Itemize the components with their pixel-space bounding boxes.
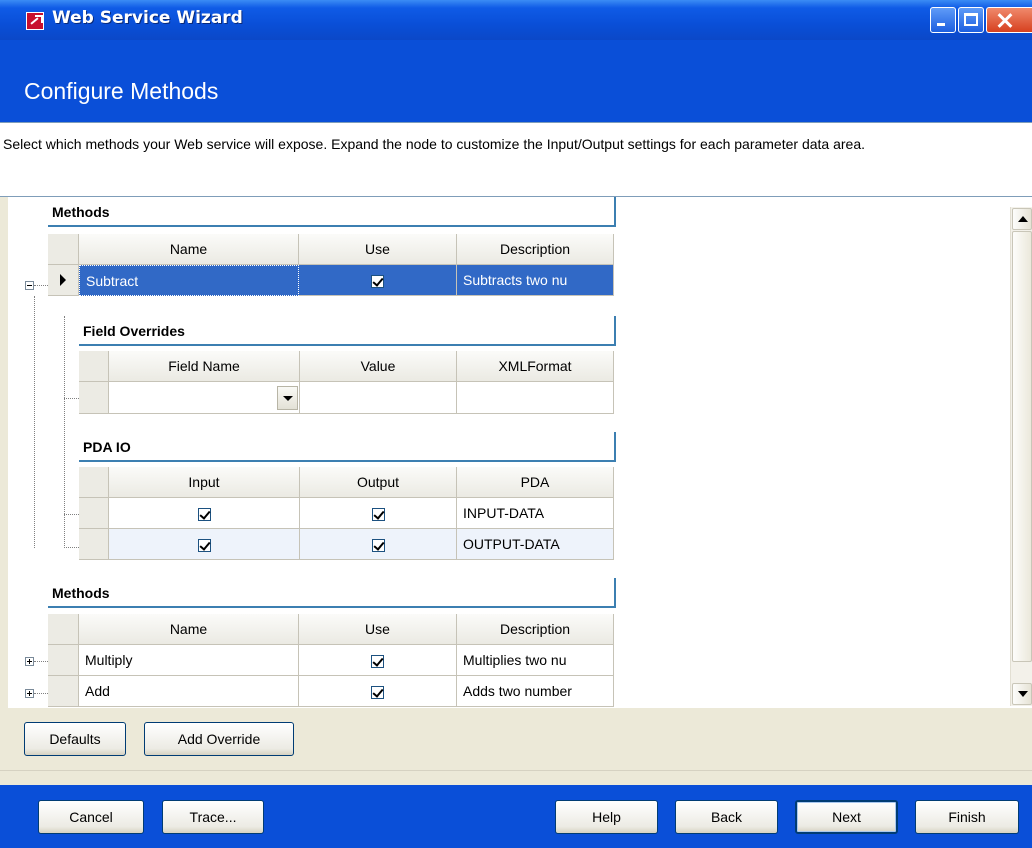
expand-icon[interactable] xyxy=(25,657,34,666)
next-label: Next xyxy=(832,809,861,825)
method-name-cell[interactable]: Subtract xyxy=(79,265,299,296)
close-button[interactable] xyxy=(986,7,1032,33)
column-header-field-name[interactable]: Field Name xyxy=(109,351,300,382)
finish-button[interactable]: Finish xyxy=(915,800,1019,834)
defaults-label: Defaults xyxy=(49,731,101,747)
back-button[interactable]: Back xyxy=(675,800,778,834)
method-description-cell[interactable]: Multiplies two nu xyxy=(457,645,614,676)
header-row-selector xyxy=(48,234,79,265)
chevron-down-icon[interactable] xyxy=(277,386,298,410)
column-header-name[interactable]: Name xyxy=(79,614,299,645)
app-icon xyxy=(26,12,44,30)
row-selector[interactable] xyxy=(48,265,79,296)
tree-connector xyxy=(34,285,48,286)
field-name-dropdown[interactable] xyxy=(109,382,300,414)
minimize-icon xyxy=(937,23,945,26)
method-name-cell[interactable]: Add xyxy=(79,676,299,707)
scroll-thumb[interactable] xyxy=(1012,231,1032,662)
pda-output-cell[interactable] xyxy=(300,529,457,560)
add-override-label: Add Override xyxy=(177,731,261,747)
next-button[interactable]: Next xyxy=(795,800,898,834)
column-header-use[interactable]: Use xyxy=(299,234,457,265)
method-use-cell[interactable] xyxy=(299,265,457,296)
maximize-icon xyxy=(964,13,978,26)
minimize-button[interactable] xyxy=(930,7,956,33)
row-selector[interactable] xyxy=(79,382,109,414)
column-header-xmlformat[interactable]: XMLFormat xyxy=(457,351,614,382)
header-row-selector xyxy=(79,351,109,382)
header-row-selector xyxy=(48,614,79,645)
tree-connector xyxy=(64,398,79,399)
pda-input-cell[interactable] xyxy=(109,498,300,529)
column-header-output[interactable]: Output xyxy=(300,467,457,498)
tree-connector xyxy=(34,693,48,694)
expand-icon[interactable] xyxy=(25,689,34,698)
row-selector[interactable] xyxy=(48,645,79,676)
scroll-down-button[interactable] xyxy=(1012,683,1032,705)
column-header-pda[interactable]: PDA xyxy=(457,467,614,498)
use-checkbox[interactable] xyxy=(371,654,384,668)
column-header-description[interactable]: Description xyxy=(457,234,614,265)
row-selector[interactable] xyxy=(79,498,109,529)
cancel-label: Cancel xyxy=(69,809,113,825)
current-row-arrow-icon xyxy=(60,274,66,286)
column-header-input[interactable]: Input xyxy=(109,467,300,498)
trace-label: Trace... xyxy=(189,809,237,825)
pda-io-caption: PDA IO xyxy=(79,432,616,462)
pda-input-cell[interactable] xyxy=(109,529,300,560)
tree-connector xyxy=(34,661,48,662)
methods-band-caption: Methods xyxy=(48,578,616,608)
back-label: Back xyxy=(710,809,743,825)
output-checkbox[interactable] xyxy=(371,507,385,521)
input-checkbox[interactable] xyxy=(197,538,211,552)
tree-connector xyxy=(64,547,79,548)
output-checkbox[interactable] xyxy=(371,538,385,552)
column-header-description[interactable]: Description xyxy=(457,614,614,645)
cancel-button[interactable]: Cancel xyxy=(38,800,144,834)
help-label: Help xyxy=(592,809,621,825)
method-use-cell[interactable] xyxy=(299,645,457,676)
wizard-window: Web Service Wizard Configure Methods Sel… xyxy=(0,0,1032,848)
column-header-name[interactable]: Name xyxy=(79,234,299,265)
vertical-scrollbar[interactable] xyxy=(1010,207,1032,706)
finish-label: Finish xyxy=(948,809,986,825)
method-use-cell[interactable] xyxy=(299,676,457,707)
tree-connector xyxy=(34,296,35,548)
column-header-value[interactable]: Value xyxy=(300,351,457,382)
defaults-button[interactable]: Defaults xyxy=(24,722,126,756)
instructions-text: Select which methods your Web service wi… xyxy=(3,136,865,152)
value-cell[interactable] xyxy=(300,382,457,414)
pda-name-cell[interactable]: INPUT-DATA xyxy=(457,498,614,529)
title-bar[interactable]: Web Service Wizard xyxy=(0,0,1032,40)
methods-band-caption: Methods xyxy=(48,197,616,227)
tree-connector xyxy=(64,514,79,515)
column-header-use[interactable]: Use xyxy=(299,614,457,645)
maximize-button[interactable] xyxy=(958,7,984,33)
separator xyxy=(0,770,1032,771)
trace-button[interactable]: Trace... xyxy=(162,800,264,834)
pda-output-cell[interactable] xyxy=(300,498,457,529)
use-checkbox[interactable] xyxy=(371,274,384,288)
window-title: Web Service Wizard xyxy=(52,8,243,28)
scroll-up-button[interactable] xyxy=(1012,208,1032,230)
add-override-button[interactable]: Add Override xyxy=(144,722,294,756)
use-checkbox[interactable] xyxy=(371,685,384,699)
xmlformat-cell[interactable] xyxy=(457,382,614,414)
input-checkbox[interactable] xyxy=(197,507,211,521)
header-row-selector xyxy=(79,467,109,498)
help-button[interactable]: Help xyxy=(555,800,658,834)
pda-name-cell[interactable]: OUTPUT-DATA xyxy=(457,529,614,560)
method-name-cell[interactable]: Multiply xyxy=(79,645,299,676)
method-description-cell[interactable]: Subtracts two nu xyxy=(457,265,614,296)
row-selector[interactable] xyxy=(79,529,109,560)
field-overrides-caption: Field Overrides xyxy=(79,316,616,346)
method-description-cell[interactable]: Adds two number xyxy=(457,676,614,707)
row-selector[interactable] xyxy=(48,676,79,707)
page-title: Configure Methods xyxy=(24,78,219,104)
collapse-icon[interactable] xyxy=(25,281,34,290)
